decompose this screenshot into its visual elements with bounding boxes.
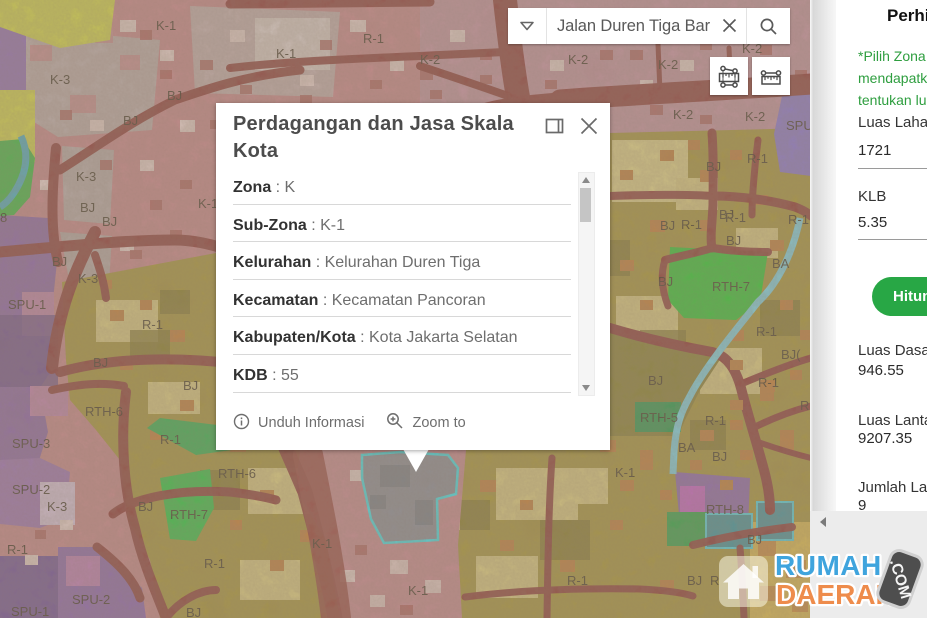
svg-text:RUMAH: RUMAH [775, 550, 882, 581]
